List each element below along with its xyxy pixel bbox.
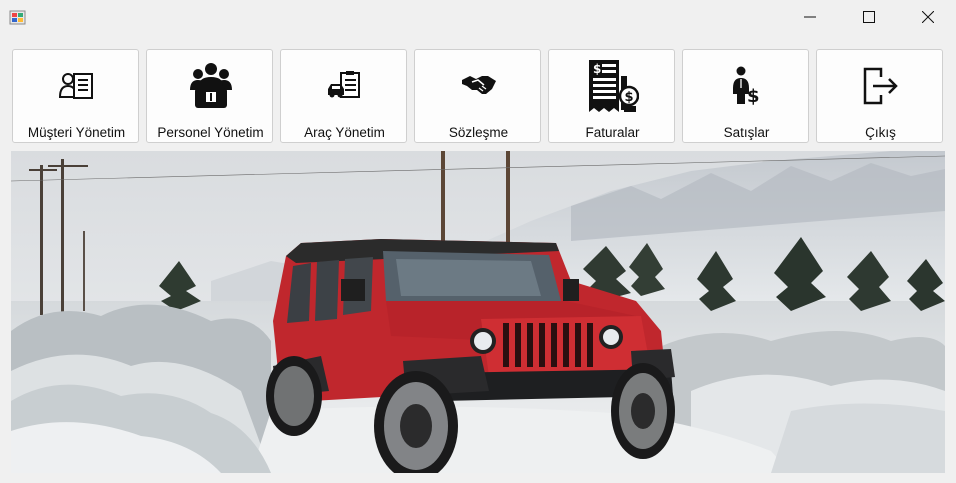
customer-management-label: Müşteri Yönetim — [27, 125, 126, 140]
contract-button[interactable]: Sözleşme — [414, 49, 541, 143]
vehicle-management-button[interactable]: Araç Yönetim — [280, 49, 407, 143]
staff-management-button[interactable]: Personel Yönetim — [146, 49, 273, 143]
invoice-icon: $ $ — [588, 60, 639, 112]
red-jeep-snow-illustration — [11, 151, 945, 473]
main-form: Müşteri Yönetim Personel Yönetim Araç Yö… — [0, 36, 956, 483]
vehicle-management-label: Araç Yönetim — [304, 125, 385, 140]
invoices-button[interactable]: $ $ Faturalar — [548, 49, 675, 143]
minimize-button[interactable] — [787, 0, 833, 34]
handshake-icon — [461, 76, 496, 94]
vehicle-checklist-icon — [327, 71, 360, 98]
sales-label: Satışlar — [723, 125, 770, 140]
invoices-label: Faturalar — [585, 125, 640, 140]
windows-forms-icon[interactable] — [9, 9, 26, 26]
customer-management-button[interactable]: Müşteri Yönetim — [12, 49, 139, 143]
banner-photo — [11, 151, 945, 473]
maximize-button[interactable] — [846, 0, 892, 34]
exit-button[interactable]: Çıkış — [816, 49, 943, 143]
contract-label: Sözleşme — [448, 125, 509, 140]
close-icon — [922, 11, 934, 23]
maximize-icon — [863, 11, 875, 23]
sales-button[interactable]: $ Satışlar — [682, 49, 809, 143]
svg-text:$: $ — [593, 62, 601, 76]
salesperson-icon: $ — [732, 66, 760, 106]
exit-icon — [863, 67, 898, 105]
staff-management-label: Personel Yönetim — [157, 125, 264, 140]
svg-text:$: $ — [747, 86, 760, 106]
staff-group-icon — [189, 63, 232, 108]
customer-card-icon — [58, 73, 93, 99]
minimize-icon — [804, 16, 816, 18]
close-button[interactable] — [905, 0, 951, 34]
title-bar — [0, 0, 956, 36]
exit-label: Çıkış — [865, 125, 896, 140]
svg-text:$: $ — [624, 90, 633, 105]
